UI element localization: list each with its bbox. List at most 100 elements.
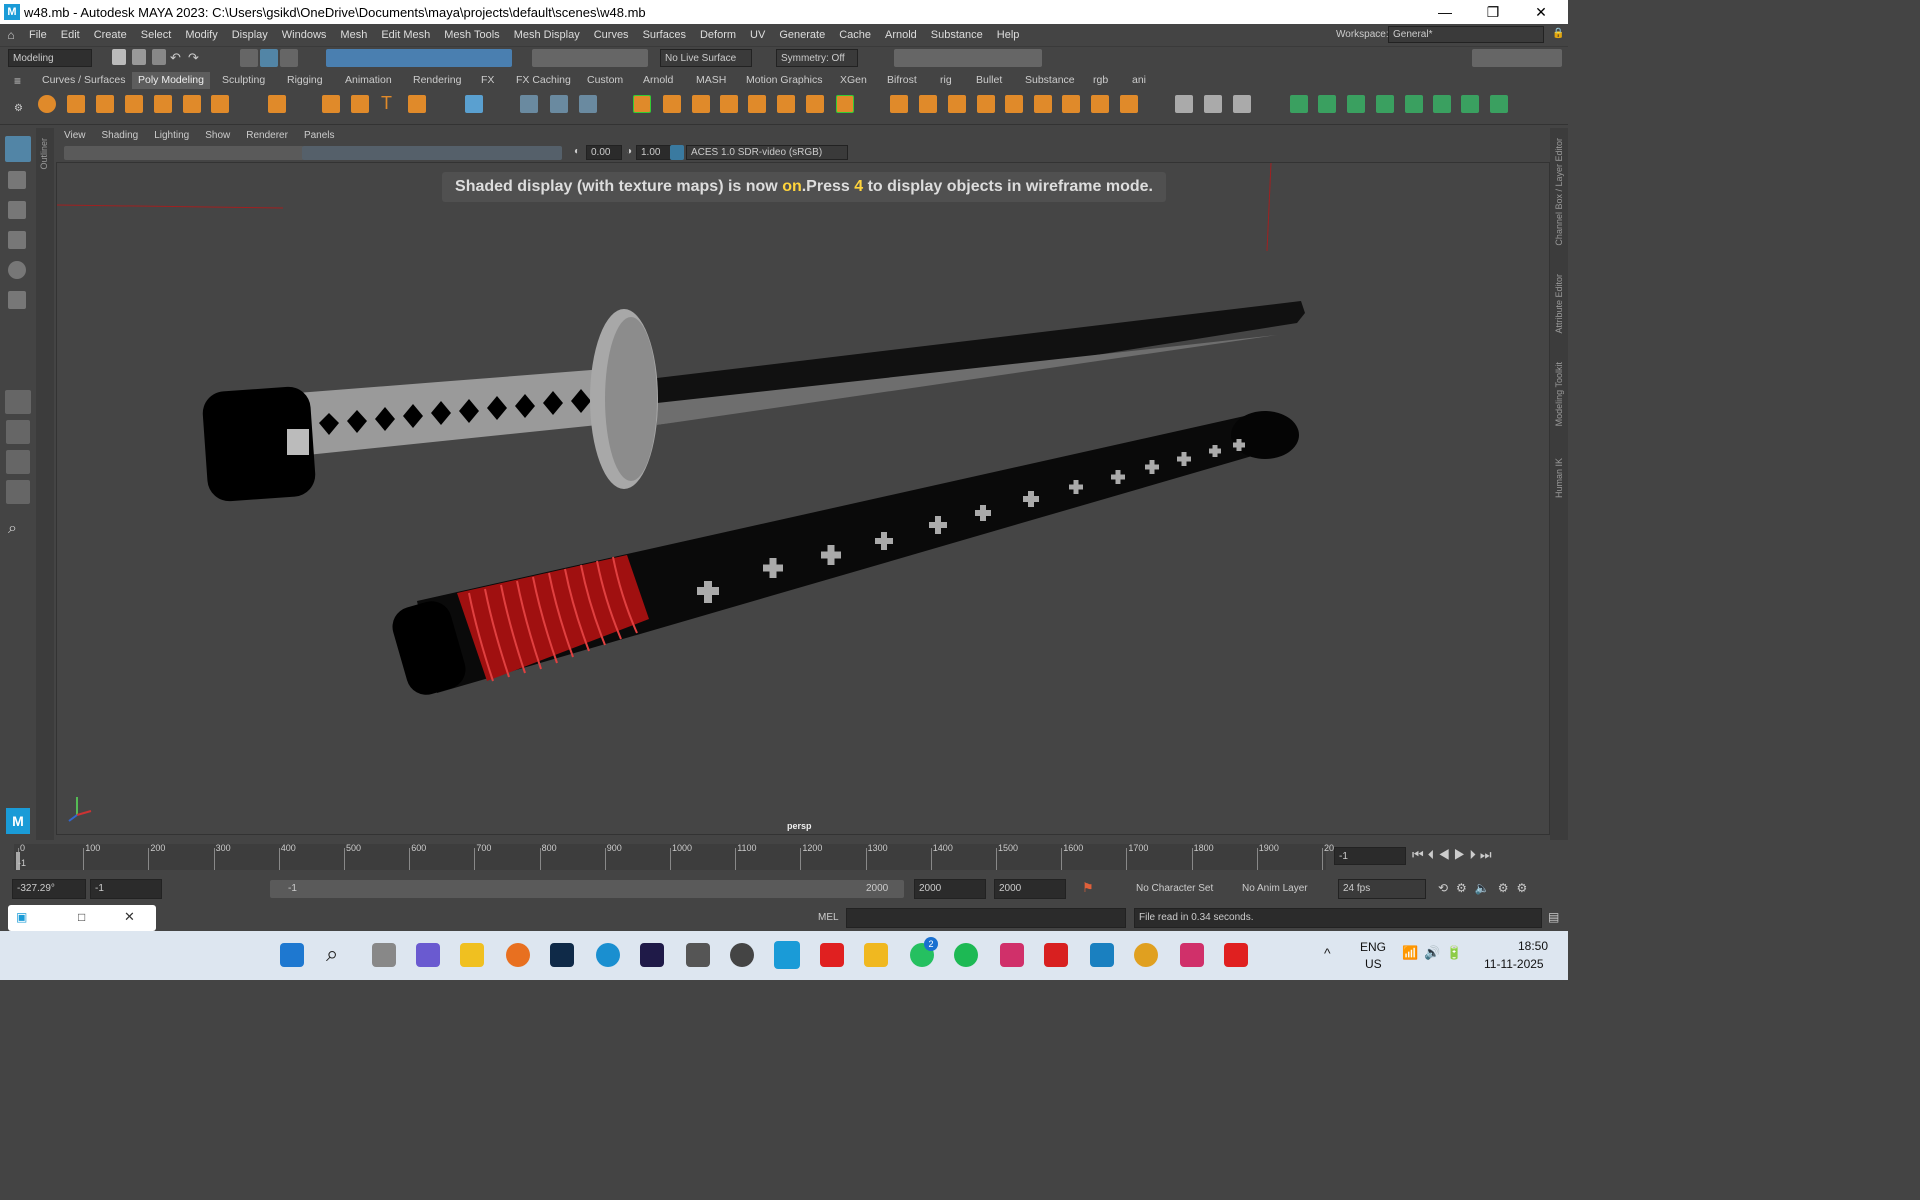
paint-select-icon[interactable] <box>8 201 26 219</box>
youtube-2-icon[interactable] <box>1224 943 1248 967</box>
shelf-tab-rigging[interactable]: Rigging <box>287 72 323 89</box>
panel-menu-view[interactable]: View <box>56 128 94 144</box>
menu-substance[interactable]: Substance <box>924 29 990 41</box>
floating-window-tab[interactable]: ▣ □ ✕ <box>8 905 156 931</box>
language-label[interactable]: ENG <box>1360 940 1386 954</box>
inkscape-icon[interactable] <box>686 943 710 967</box>
perspective-viewport[interactable]: persp <box>56 162 1550 835</box>
maximize-button[interactable]: ❐ <box>1470 0 1516 24</box>
collapse-icon[interactable] <box>1091 95 1109 113</box>
mel-label[interactable]: MEL <box>818 912 839 923</box>
shelf-tab-substance[interactable]: Substance <box>1025 72 1075 89</box>
anim-layer-select[interactable]: No Anim Layer <box>1242 883 1308 894</box>
four-view-icon[interactable] <box>6 420 30 444</box>
reset-transform-icon[interactable] <box>579 95 597 113</box>
wifi-volume-battery-icons[interactable]: 📶🔊🔋 <box>1402 945 1469 961</box>
shelf-tab-ani[interactable]: ani <box>1132 72 1146 89</box>
sword-handle[interactable] <box>297 368 617 455</box>
combine-icon[interactable] <box>633 95 651 113</box>
shelf-tab-fx[interactable]: FX <box>481 72 494 89</box>
bridge-icon[interactable] <box>948 95 966 113</box>
minimize-button[interactable]: — <box>1422 0 1468 24</box>
workspace-select[interactable]: General* <box>1388 26 1544 43</box>
menu-modify[interactable]: Modify <box>178 29 224 41</box>
poly-cone-icon[interactable] <box>125 95 143 113</box>
mode-select[interactable]: Modeling <box>8 49 92 67</box>
modeling-toolkit-tab[interactable]: Modeling Toolkit <box>1554 362 1564 426</box>
menu-select[interactable]: Select <box>134 29 179 41</box>
menu-curves[interactable]: Curves <box>587 29 636 41</box>
menu-surfaces[interactable]: Surfaces <box>636 29 693 41</box>
multi-cut-icon[interactable] <box>1175 95 1193 113</box>
copilot-icon[interactable] <box>416 943 440 967</box>
time-slider[interactable]: 0 100 200 300 400 500 600 700 800 900 1000 1100 1200… <box>0 840 1568 876</box>
youtube-icon[interactable] <box>820 943 844 967</box>
shelf-tab-fx-caching[interactable]: FX Caching <box>516 72 571 89</box>
select-component-icon[interactable] <box>280 49 298 67</box>
platonic-solid-icon[interactable] <box>268 95 286 113</box>
chrome-icon[interactable] <box>1134 943 1158 967</box>
shelf-tab-motion-graphics[interactable]: Motion Graphics <box>746 72 822 89</box>
shelf-settings-icon[interactable]: ⚙ <box>14 103 23 114</box>
poly-svg-icon[interactable] <box>408 95 426 113</box>
poly-sphere-icon[interactable] <box>38 95 56 113</box>
menu-cache[interactable]: Cache <box>832 29 878 41</box>
shelf-tab-sculpting[interactable]: Sculpting <box>222 72 265 89</box>
shelf-tab-animation[interactable]: Animation <box>345 72 392 89</box>
current-frame-field[interactable]: -1 <box>1334 847 1406 865</box>
menu-mesh[interactable]: Mesh <box>333 29 374 41</box>
layout-uv-icon[interactable] <box>1433 95 1451 113</box>
outliner-view-icon[interactable] <box>6 480 30 504</box>
symmetry-select[interactable]: Symmetry: Off <box>776 49 858 67</box>
extract-icon[interactable] <box>777 95 795 113</box>
shelf-tab-arnold[interactable]: Arnold <box>643 72 673 89</box>
shelf-tab-poly-modeling[interactable]: Poly Modeling <box>132 72 210 89</box>
shelf-tab-rendering[interactable]: Rendering <box>413 72 461 89</box>
taskbar-search-icon[interactable]: ⌕ <box>326 941 338 967</box>
reduce-icon[interactable] <box>806 95 824 113</box>
channel-box-tab[interactable]: Channel Box / Layer Editor <box>1554 138 1564 246</box>
file-explorer-icon[interactable] <box>864 943 888 967</box>
menu-generate[interactable]: Generate <box>772 29 832 41</box>
poly-plane-icon[interactable] <box>183 95 201 113</box>
panel-menu-show[interactable]: Show <box>197 128 238 144</box>
menu-windows[interactable]: Windows <box>275 29 334 41</box>
menu-help[interactable]: Help <box>990 29 1027 41</box>
photoshop-icon[interactable] <box>550 943 574 967</box>
ui-toggle-icons[interactable] <box>1472 49 1562 67</box>
open-scene-icon[interactable] <box>132 49 146 65</box>
spherical-mapping-icon[interactable] <box>1347 95 1365 113</box>
separate-icon[interactable] <box>663 95 681 113</box>
unfold-icon[interactable] <box>1405 95 1423 113</box>
select-hierarchy-icon[interactable] <box>240 49 258 67</box>
sweep-mesh-icon[interactable] <box>351 95 369 113</box>
poly-cylinder-icon[interactable] <box>96 95 114 113</box>
shelf-menu-icon[interactable]: ≡ <box>14 74 21 88</box>
lock-icon[interactable]: 🔒 <box>1552 28 1564 39</box>
uv-editor-icon[interactable] <box>465 95 483 113</box>
gamma-field[interactable]: 1.00 <box>636 145 672 160</box>
menu-edit[interactable]: Edit <box>54 29 87 41</box>
panel-menu-shading[interactable]: Shading <box>94 128 147 144</box>
bevel-icon[interactable] <box>919 95 937 113</box>
undo-icon[interactable]: ↶ <box>170 50 181 66</box>
sew-uv-icon[interactable] <box>1490 95 1508 113</box>
auto-key-icon[interactable]: ⚑ <box>1082 880 1094 896</box>
menu-arnold[interactable]: Arnold <box>878 29 924 41</box>
poly-cube-icon[interactable] <box>67 95 85 113</box>
task-view-icon[interactable] <box>372 943 396 967</box>
merge-icon[interactable] <box>1062 95 1080 113</box>
loop-playback-icon[interactable]: ⟲⚙🔈⚙⚙ <box>1438 881 1535 895</box>
home-icon[interactable]: ⌂ <box>0 28 22 42</box>
after-effects-icon[interactable] <box>640 943 664 967</box>
save-scene-icon[interactable] <box>152 49 166 65</box>
single-view-icon[interactable] <box>5 390 31 414</box>
boolean-icon[interactable] <box>720 95 738 113</box>
clock-date[interactable]: 11-11-2025 <box>1484 957 1544 971</box>
character-set-select[interactable]: No Character Set <box>1136 883 1213 894</box>
menu-edit-mesh[interactable]: Edit Mesh <box>374 29 437 41</box>
center-pivot-icon[interactable] <box>520 95 538 113</box>
app-info-icon[interactable] <box>1090 943 1114 967</box>
make-hole-icon[interactable] <box>1034 95 1052 113</box>
planar-mapping-icon[interactable] <box>1290 95 1308 113</box>
